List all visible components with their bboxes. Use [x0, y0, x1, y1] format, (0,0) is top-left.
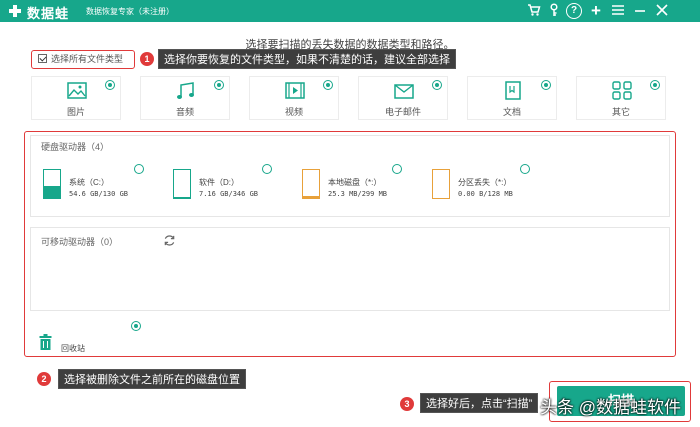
step-badge-2: 2 [37, 372, 51, 386]
plus-icon[interactable]: + [588, 2, 604, 19]
drive-radio-icon[interactable] [392, 164, 402, 174]
file-type-label: 音频 [175, 107, 194, 117]
recycle-bin-label: 回收站 [61, 344, 85, 353]
drive-name: 本地磁盘（*:） [328, 178, 382, 187]
step-badge-1: 1 [140, 52, 154, 66]
callout-2: 选择被删除文件之前所在的磁盘位置 [58, 369, 246, 389]
key-icon[interactable] [546, 3, 562, 19]
step-badge-3: 3 [400, 397, 414, 411]
file-type-label: 其它 [611, 107, 630, 117]
drive-d[interactable]: 软件（D:） 7.16 GB/346 GB [173, 164, 293, 203]
radio-icon[interactable] [650, 80, 660, 90]
checkbox-icon[interactable] [38, 54, 47, 63]
shop-cart-icon[interactable] [526, 3, 542, 19]
hard-disk-icon [432, 169, 450, 199]
close-icon[interactable] [654, 3, 670, 19]
callout-3: 选择好后，点击“扫描” [420, 393, 539, 413]
hard-disk-icon [173, 169, 191, 199]
music-icon [177, 82, 194, 99]
hard-drives-section: 硬盘驱动器（4） 系统（C:） 54.6 GB/130 GB 软件（D:） 7.… [30, 135, 670, 217]
radio-icon[interactable] [323, 80, 333, 90]
refresh-icon[interactable] [163, 234, 176, 247]
menu-icon[interactable] [610, 3, 626, 19]
drive-name: 系统（C:） [69, 178, 109, 187]
radio-icon[interactable] [214, 80, 224, 90]
drive-radio-icon[interactable] [134, 164, 144, 174]
file-type-images[interactable]: 图片 [31, 76, 121, 120]
file-type-email[interactable]: 电子邮件 [358, 76, 448, 120]
app-name: 数据蛙 [27, 6, 70, 21]
radio-icon[interactable] [432, 80, 442, 90]
email-icon [394, 84, 414, 99]
file-type-other[interactable]: 其它 [576, 76, 666, 120]
title-bar: 数据蛙 数据恢复专家（未注册） ? + [0, 0, 700, 22]
file-type-label: 图片 [66, 107, 85, 117]
recycle-bin[interactable]: 回收站 [39, 321, 159, 354]
drive-selection-panel: 硬盘驱动器（4） 系统（C:） 54.6 GB/130 GB 软件（D:） 7.… [24, 131, 676, 357]
file-type-label: 文档 [502, 107, 521, 117]
removable-drives-title: 可移动驱动器（0） [41, 237, 119, 247]
drive-radio-icon[interactable] [262, 164, 272, 174]
select-all-label: 选择所有文件类型 [51, 54, 124, 64]
hard-disk-icon [302, 169, 320, 199]
image-icon [67, 82, 87, 99]
hard-disk-icon [43, 169, 61, 199]
drive-local[interactable]: 本地磁盘（*:） 25.3 MB/299 MB [302, 164, 422, 203]
drive-size: 7.16 GB/346 GB [199, 190, 259, 198]
drive-radio-icon[interactable] [520, 164, 530, 174]
file-type-video[interactable]: 视频 [249, 76, 339, 120]
drive-size: 25.3 MB/299 MB [328, 190, 388, 198]
drive-c[interactable]: 系统（C:） 54.6 GB/130 GB [43, 164, 163, 203]
drive-name: 分区丢失（*:） [458, 178, 512, 187]
app-logo-icon [6, 2, 24, 20]
removable-drives-section: 可移动驱动器（0） [30, 227, 670, 311]
watermark: 头条 @数据蛙软件 [540, 398, 681, 417]
file-type-label: 视频 [284, 107, 303, 117]
minimize-icon[interactable] [632, 3, 648, 19]
recycle-bin-icon [39, 334, 52, 350]
radio-icon[interactable] [105, 80, 115, 90]
callout-1: 选择你要恢复的文件类型，如果不清楚的话，建议全部选择 [158, 49, 456, 69]
help-icon[interactable]: ? [566, 3, 582, 19]
other-icon [612, 81, 632, 100]
app-subtitle: 数据恢复专家（未注册） [86, 7, 174, 16]
drive-size: 0.00 B/128 MB [458, 190, 513, 198]
drive-size: 54.6 GB/130 GB [69, 190, 129, 198]
file-type-documents[interactable]: 文档 [467, 76, 557, 120]
radio-icon[interactable] [541, 80, 551, 90]
drive-name: 软件（D:） [199, 178, 239, 187]
video-icon [285, 82, 305, 99]
hard-drives-title: 硬盘驱动器（4） [41, 142, 110, 152]
file-type-audio[interactable]: 音频 [140, 76, 230, 120]
file-type-label: 电子邮件 [384, 107, 421, 117]
document-icon [505, 81, 521, 100]
select-all-checkbox[interactable]: 选择所有文件类型 [31, 50, 135, 69]
recycle-bin-radio-icon[interactable] [131, 321, 141, 331]
drive-lost-partition[interactable]: 分区丢失（*:） 0.00 B/128 MB [432, 164, 552, 203]
